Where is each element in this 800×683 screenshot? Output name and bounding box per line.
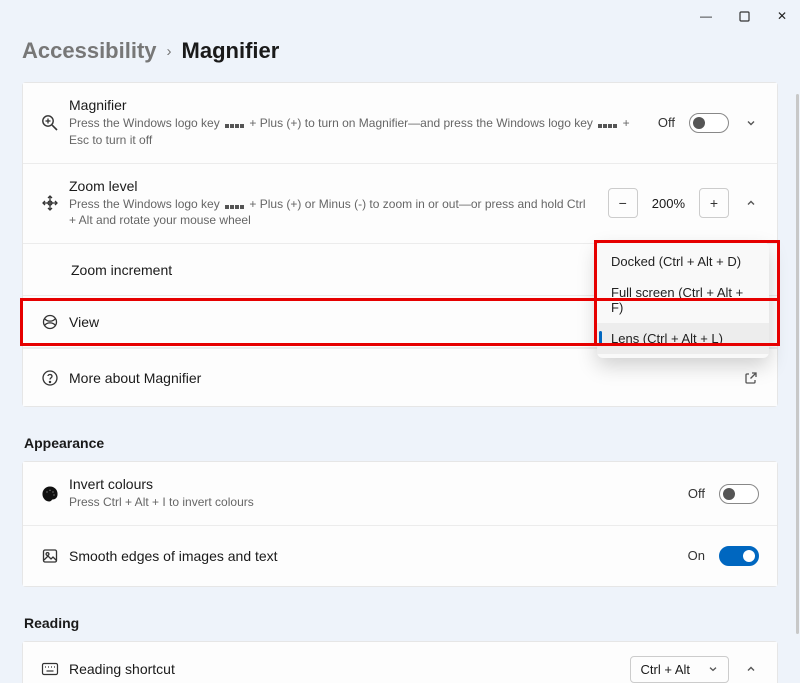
zoom-value: 200% <box>652 196 685 211</box>
zoom-increment-row[interactable]: Zoom increment Docked (Ctrl + Alt + D) F… <box>23 244 777 296</box>
invert-toggle[interactable] <box>719 484 759 504</box>
external-link-icon <box>743 370 759 386</box>
breadcrumb-parent[interactable]: Accessibility <box>22 38 157 64</box>
view-option-lens[interactable]: Lens (Ctrl + Alt + L) <box>597 323 769 354</box>
zoom-level-row: Zoom level Press the Windows logo key + … <box>23 164 777 245</box>
reading-group: Reading shortcut Ctrl + Alt <box>22 641 778 683</box>
view-option-docked[interactable]: Docked (Ctrl + Alt + D) <box>597 246 769 277</box>
windows-key-icon <box>598 124 617 128</box>
image-icon <box>41 547 69 565</box>
smooth-title: Smooth edges of images and text <box>69 548 676 564</box>
magnifier-toggle[interactable] <box>689 113 729 133</box>
palette-icon <box>41 485 69 503</box>
close-button[interactable]: ✕ <box>772 6 792 26</box>
reading-shortcut-row: Reading shortcut Ctrl + Alt <box>23 642 777 683</box>
view-option-fullscreen[interactable]: Full screen (Ctrl + Alt + F) <box>597 277 769 323</box>
minimize-button[interactable]: — <box>696 6 716 26</box>
breadcrumb: Accessibility › Magnifier <box>22 38 778 64</box>
chevron-right-icon: › <box>167 43 172 60</box>
magnifier-settings-group: Magnifier Press the Windows logo key + P… <box>22 82 778 407</box>
reading-shortcut-dropdown[interactable]: Ctrl + Alt <box>630 656 730 683</box>
smooth-edges-row: Smooth edges of images and text On <box>23 526 777 586</box>
invert-colours-row: Invert colours Press Ctrl + Alt + I to i… <box>23 462 777 526</box>
zoom-decrease-button[interactable]: − <box>608 188 638 218</box>
zoom-desc: Press the Windows logo key + Plus (+) or… <box>69 196 596 230</box>
collapse-chevron-icon[interactable] <box>743 195 759 211</box>
expand-chevron-icon[interactable] <box>743 115 759 131</box>
smooth-toggle[interactable] <box>719 546 759 566</box>
zoom-increase-button[interactable]: + <box>699 188 729 218</box>
lens-icon <box>41 313 69 331</box>
magnifier-icon <box>41 114 69 132</box>
view-dropdown-menu: Docked (Ctrl + Alt + D) Full screen (Ctr… <box>597 242 769 358</box>
window-titlebar: — ✕ <box>0 0 800 32</box>
page-title: Magnifier <box>182 38 280 64</box>
scrollbar[interactable] <box>796 94 799 634</box>
maximize-icon <box>739 11 750 22</box>
collapse-chevron-icon[interactable] <box>743 661 759 677</box>
smooth-state: On <box>688 548 705 563</box>
invert-state: Off <box>688 486 705 501</box>
magnifier-state: Off <box>658 115 675 130</box>
appearance-section-title: Appearance <box>24 435 778 451</box>
magnifier-row: Magnifier Press the Windows logo key + P… <box>23 83 777 164</box>
zoom-title: Zoom level <box>69 178 596 194</box>
magnifier-desc: Press the Windows logo key + Plus (+) to… <box>69 115 646 149</box>
more-title: More about Magnifier <box>69 370 731 386</box>
reading-section-title: Reading <box>24 615 778 631</box>
keyboard-icon <box>41 662 69 676</box>
chevron-down-icon <box>708 664 718 674</box>
help-icon <box>41 369 69 387</box>
maximize-button[interactable] <box>734 6 754 26</box>
windows-key-icon <box>225 205 244 209</box>
invert-desc: Press Ctrl + Alt + I to invert colours <box>69 494 676 511</box>
reading-shortcut-title: Reading shortcut <box>69 661 618 677</box>
appearance-group: Invert colours Press Ctrl + Alt + I to i… <box>22 461 778 587</box>
magnifier-title: Magnifier <box>69 97 646 113</box>
invert-title: Invert colours <box>69 476 676 492</box>
windows-key-icon <box>225 124 244 128</box>
zoom-move-icon <box>41 194 69 212</box>
